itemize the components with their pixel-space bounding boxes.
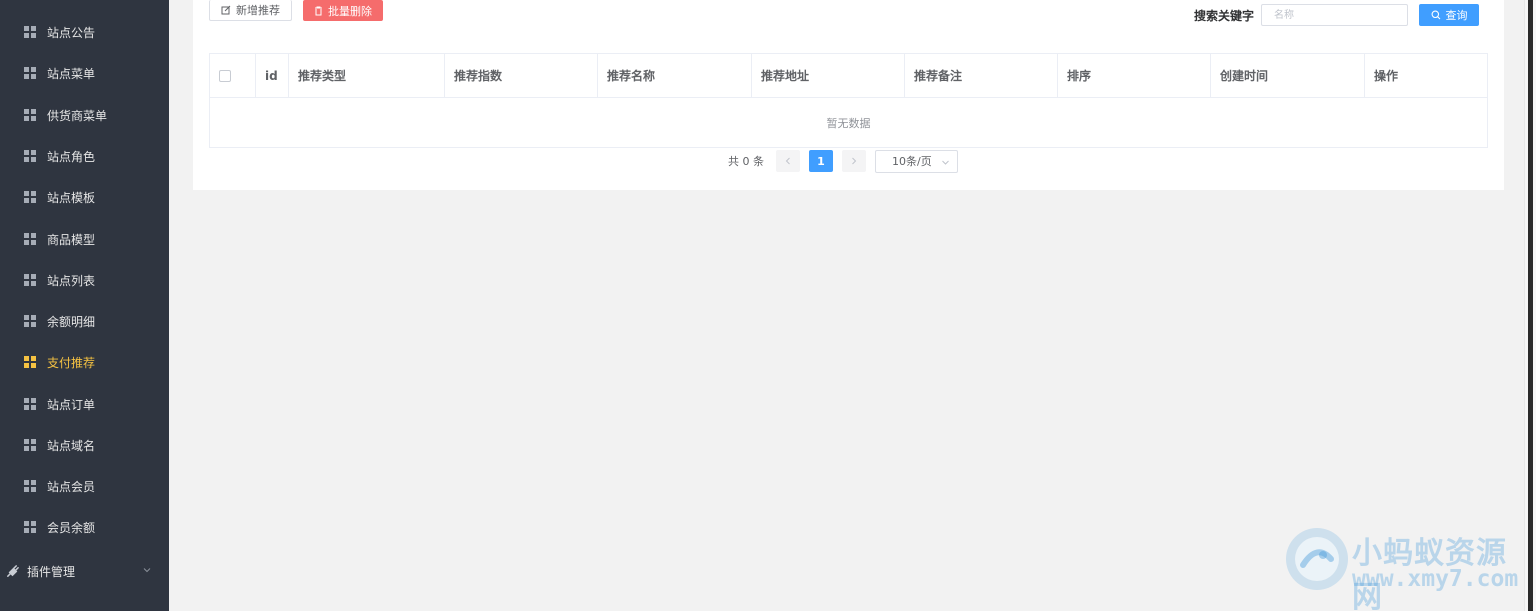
sidebar-item[interactable]: 站点模板 <box>0 185 169 209</box>
page-size-value: 10条/页 <box>892 155 932 168</box>
chevron-right-icon <box>852 157 857 165</box>
plug-icon <box>7 564 19 577</box>
edit-icon <box>221 5 231 15</box>
sidebar-item-label: 站点会员 <box>47 479 96 494</box>
page-number-button[interactable]: 1 <box>809 150 833 172</box>
grid-icon <box>24 26 36 38</box>
sidebar-group-label: 插件管理 <box>27 564 76 579</box>
page-size-select[interactable]: 10条/页 <box>875 149 958 173</box>
header-select-all <box>210 54 256 97</box>
sidebar-item-label: 余额明细 <box>47 314 96 329</box>
column-header-id: id <box>256 54 289 97</box>
sidebar-item[interactable]: 商品模型 <box>0 227 169 251</box>
prev-page-button[interactable] <box>776 150 800 172</box>
grid-icon <box>24 439 36 451</box>
grid-icon <box>24 150 36 162</box>
sidebar-item-label: 会员余额 <box>47 520 96 535</box>
column-header-type: 推荐类型 <box>289 54 445 97</box>
sidebar-item-label: 站点订单 <box>47 397 96 412</box>
recommendation-table: id 推荐类型 推荐指数 推荐名称 推荐地址 推荐备注 排序 创建时间 操作 暂… <box>209 53 1488 148</box>
sidebar-item[interactable]: 站点列表 <box>0 268 169 292</box>
column-header-actions: 操作 <box>1374 69 1399 83</box>
sidebar-item[interactable]: 供货商菜单 <box>0 103 169 127</box>
add-recommendation-button[interactable]: 新增推荐 <box>209 0 292 21</box>
watermark-logo-icon <box>1286 528 1348 590</box>
grid-icon <box>24 109 36 121</box>
delete-button-label: 批量删除 <box>328 4 372 18</box>
grid-icon <box>24 67 36 79</box>
sidebar-item[interactable]: 站点域名 <box>0 433 169 457</box>
sidebar-item-label: 供货商菜单 <box>47 108 108 123</box>
sidebar-item-label: 站点模板 <box>47 190 96 205</box>
pagination-total: 共 0 条 <box>728 155 764 168</box>
add-button-label: 新增推荐 <box>236 4 280 17</box>
chevron-down-icon <box>143 568 151 573</box>
scrollbar-thumb[interactable] <box>1528 0 1533 611</box>
search-input[interactable] <box>1261 4 1408 26</box>
table-header: id 推荐类型 推荐指数 推荐名称 推荐地址 推荐备注 排序 创建时间 操作 <box>210 54 1487 98</box>
grid-icon <box>24 356 36 368</box>
grid-icon <box>24 480 36 492</box>
sidebar-item[interactable]: 站点订单 <box>0 392 169 416</box>
column-header-name: 推荐名称 <box>598 54 752 97</box>
sidebar-item-label: 站点公告 <box>47 25 96 40</box>
search-icon <box>1431 10 1440 20</box>
grid-icon <box>24 521 36 533</box>
column-header-created: 创建时间 <box>1211 54 1365 97</box>
sidebar-item-label: 站点角色 <box>47 149 96 164</box>
select-all-checkbox[interactable] <box>219 69 231 82</box>
sidebar-item-label: 支付推荐 <box>47 355 96 370</box>
column-header-sort: 排序 <box>1058 54 1211 97</box>
table-empty-text: 暂无数据 <box>826 116 871 130</box>
sidebar-item[interactable]: 站点菜单 <box>0 61 169 85</box>
sidebar: 站点公告站点菜单供货商菜单站点角色站点模板商品模型站点列表余额明细支付推荐站点订… <box>0 0 169 611</box>
sidebar-item-label: 站点菜单 <box>47 66 96 81</box>
sidebar-item-label: 站点列表 <box>47 273 96 288</box>
trash-icon <box>315 6 322 15</box>
column-header-remark: 推荐备注 <box>905 54 1058 97</box>
content-card: 新增推荐 批量删除 搜索关键字 查询 id 推荐类型 推荐指数 推荐名称 推荐地… <box>193 0 1504 190</box>
sidebar-item[interactable]: 站点角色 <box>0 144 169 168</box>
column-header-address: 推荐地址 <box>752 54 905 97</box>
watermark-url: www.xmy7.com <box>1352 566 1519 592</box>
chevron-down-icon <box>942 160 949 165</box>
next-page-button[interactable] <box>842 150 866 172</box>
grid-icon <box>24 398 36 410</box>
sidebar-item[interactable]: 余额明细 <box>0 309 169 333</box>
query-button[interactable]: 查询 <box>1419 4 1479 26</box>
search-label: 搜索关键字 <box>1194 9 1255 23</box>
sidebar-item-label: 站点域名 <box>47 438 96 453</box>
sidebar-item[interactable]: 站点公告 <box>0 20 169 44</box>
grid-icon <box>24 274 36 286</box>
sidebar-group-plugins[interactable]: 插件管理 <box>0 559 169 583</box>
sidebar-item-label: 商品模型 <box>47 232 96 247</box>
batch-delete-button[interactable]: 批量删除 <box>303 0 383 21</box>
grid-icon <box>24 233 36 245</box>
sidebar-item[interactable]: 支付推荐 <box>0 350 169 374</box>
grid-icon <box>24 315 36 327</box>
sidebar-item[interactable]: 会员余额 <box>0 515 169 539</box>
chevron-left-icon <box>785 157 790 165</box>
pagination: 共 0 条 1 10条/页 <box>728 149 958 173</box>
grid-icon <box>24 191 36 203</box>
sidebar-item[interactable]: 站点会员 <box>0 474 169 498</box>
column-header-index: 推荐指数 <box>445 54 598 97</box>
query-button-label: 查询 <box>1445 9 1468 22</box>
